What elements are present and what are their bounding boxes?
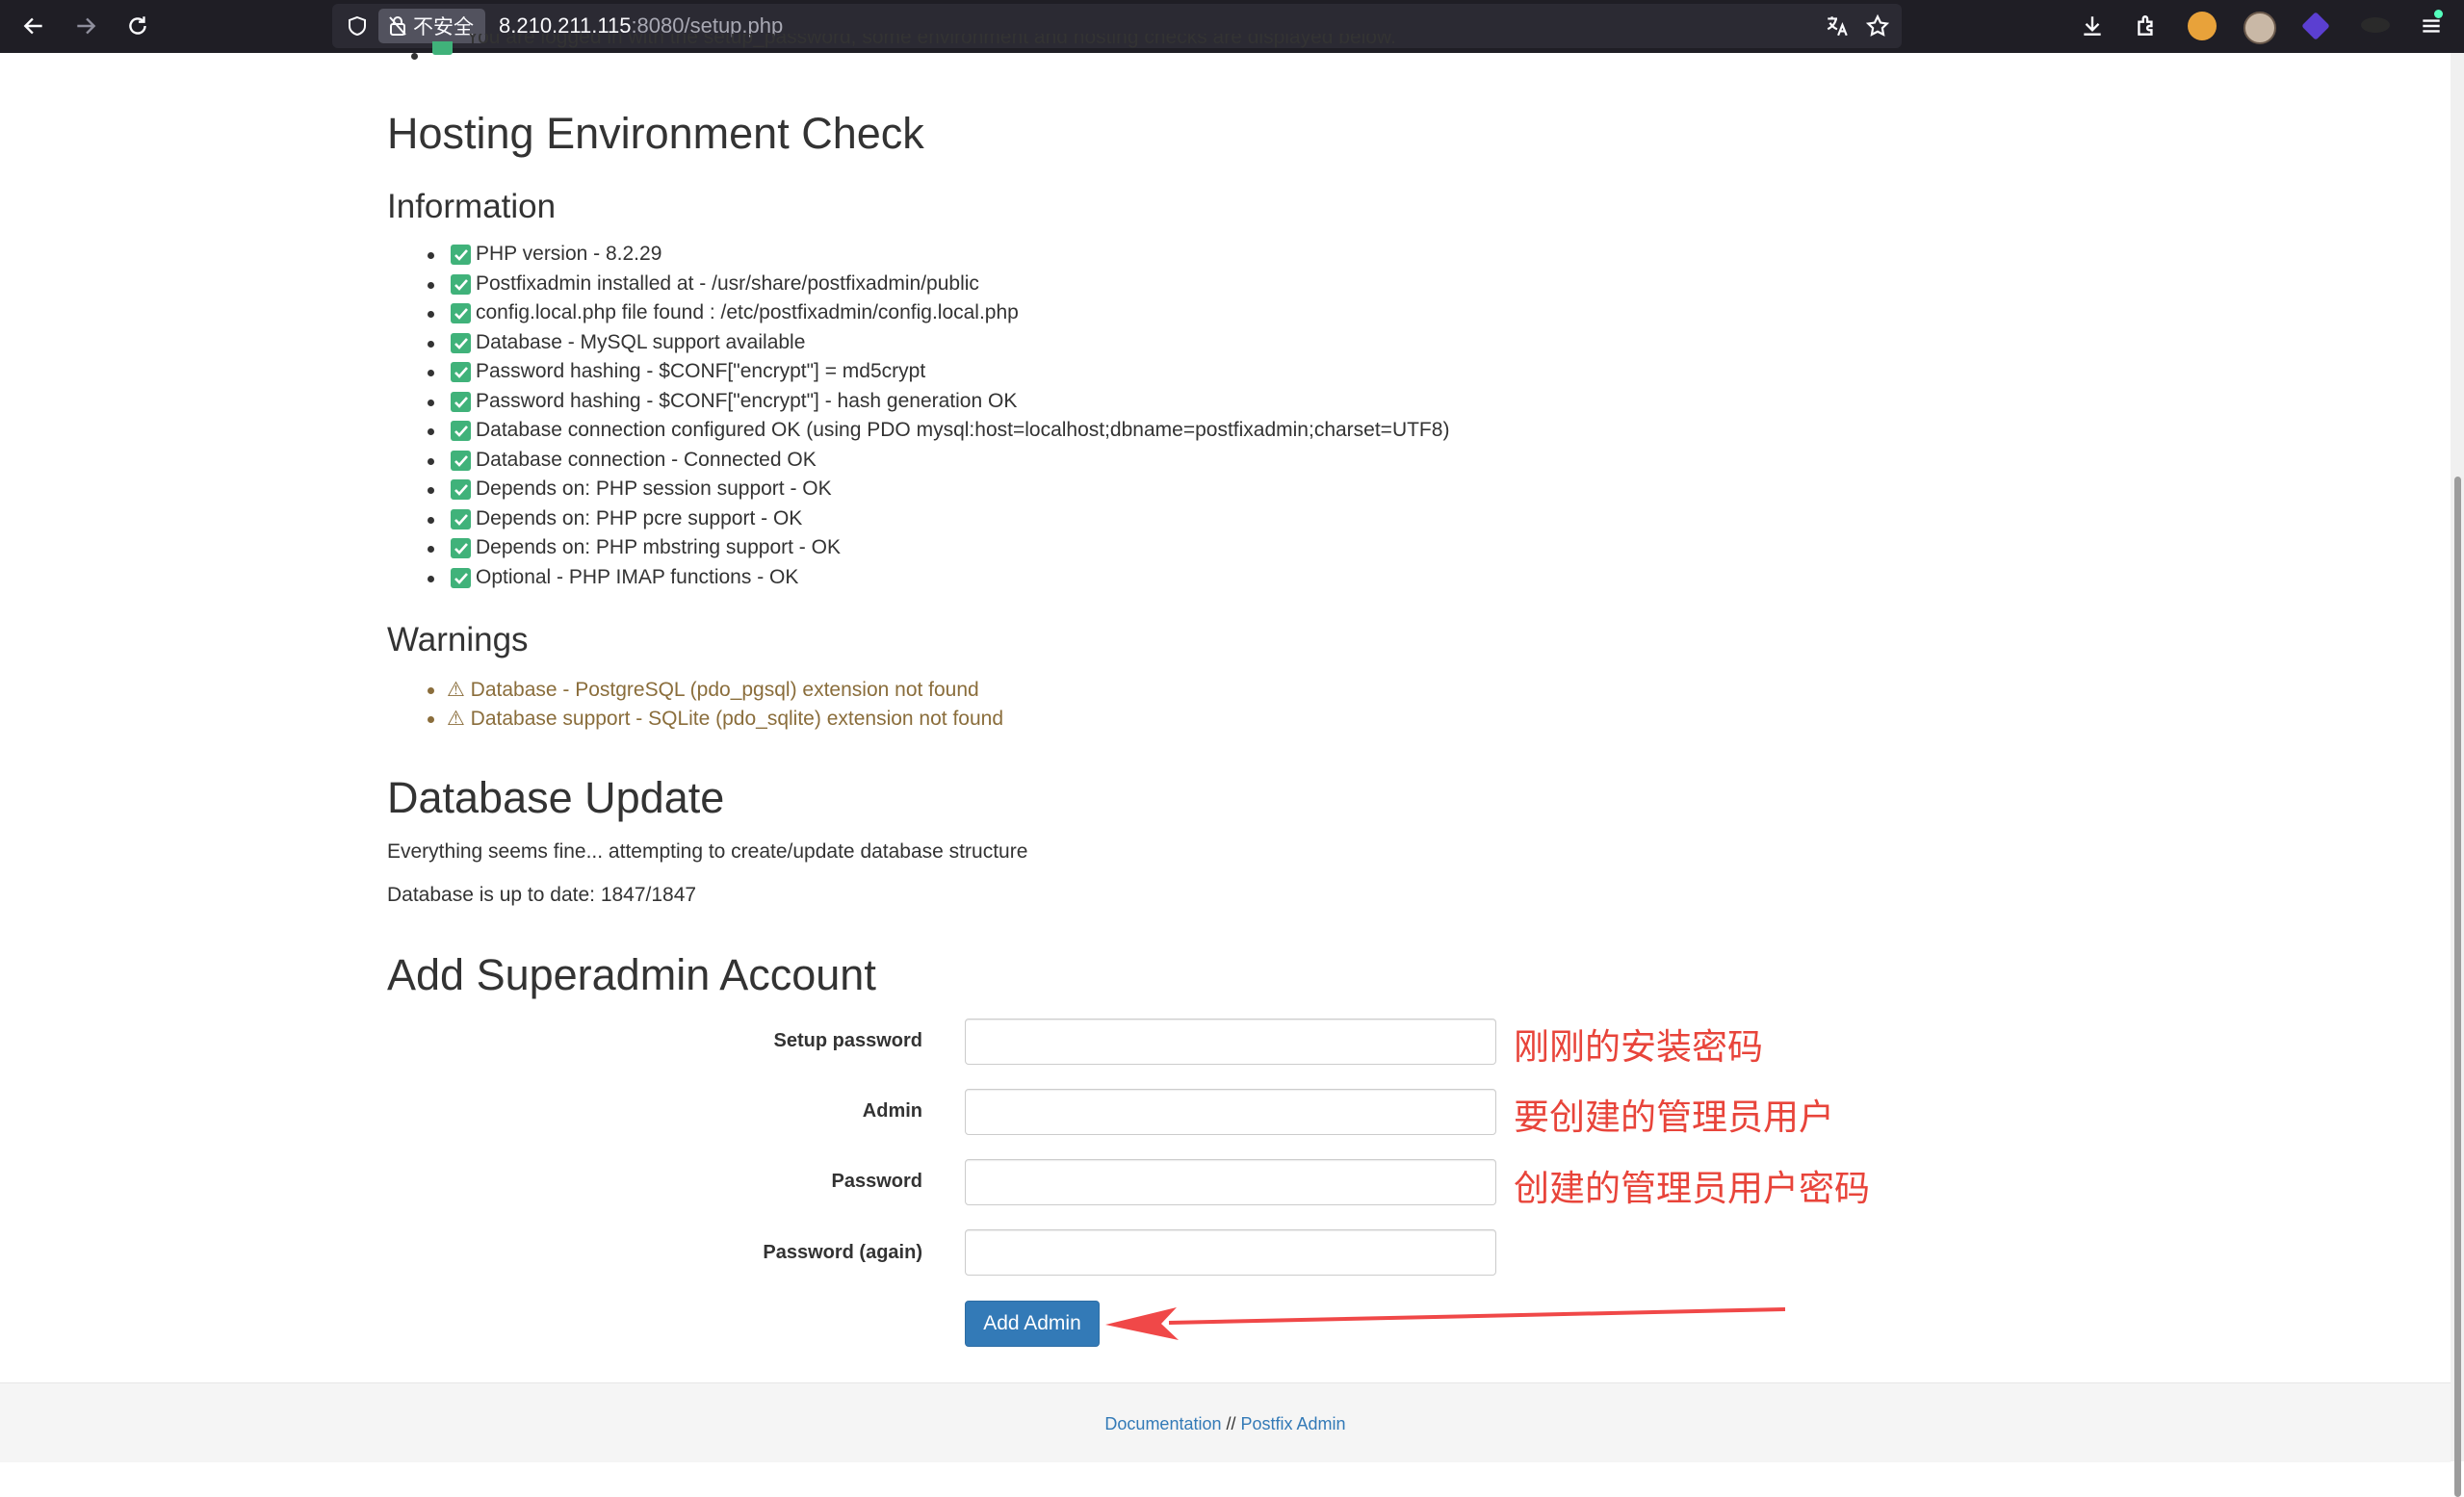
password-again-label: Password (again) bbox=[763, 1242, 922, 1263]
check-icon bbox=[451, 245, 471, 265]
warnings-list: ⚠ Database - PostgreSQL (pdo_pgsql) exte… bbox=[428, 676, 1003, 734]
setup-password-annotation: 刚刚的安装密码 bbox=[1514, 1027, 1763, 1067]
password-label: Password bbox=[831, 1171, 922, 1192]
translate-icon[interactable] bbox=[1825, 13, 1852, 40]
extensions-icon[interactable] bbox=[2130, 10, 2163, 42]
db-version-status: Database is up to date: 1847/1847 bbox=[387, 884, 697, 906]
info-item-text: Depends on: PHP session support - OK bbox=[476, 477, 832, 500]
footer-separator: // bbox=[1221, 1414, 1241, 1433]
info-item-text: Depends on: PHP pcre support - OK bbox=[476, 506, 803, 529]
info-item-text: Database connection - Connected OK bbox=[476, 448, 817, 471]
info-item: Postfixadmin installed at - /usr/share/p… bbox=[428, 270, 1449, 299]
info-item-text: Database connection configured OK (using… bbox=[476, 419, 1450, 441]
admin-input[interactable] bbox=[965, 1089, 1496, 1135]
reload-icon[interactable] bbox=[121, 10, 154, 42]
info-item-text: PHP version - 8.2.29 bbox=[476, 243, 662, 265]
tracking-shield-icon[interactable] bbox=[346, 14, 369, 38]
info-item: Password hashing - $CONF["encrypt"] = md… bbox=[428, 357, 1449, 387]
info-item: Depends on: PHP pcre support - OK bbox=[428, 504, 1449, 534]
setup-password-label: Setup password bbox=[773, 1030, 922, 1051]
info-item: Depends on: PHP session support - OK bbox=[428, 475, 1449, 504]
insecure-label: 不安全 bbox=[413, 16, 474, 39]
page-scrollbar[interactable] bbox=[2451, 53, 2464, 1497]
info-item: Depends on: PHP mbstring support - OK bbox=[428, 533, 1449, 563]
update-dot-icon bbox=[2434, 10, 2443, 18]
password-input[interactable] bbox=[965, 1159, 1496, 1205]
info-item: Optional - PHP IMAP functions - OK bbox=[428, 563, 1449, 593]
check-icon bbox=[451, 567, 471, 588]
password-again-input[interactable] bbox=[965, 1229, 1496, 1276]
info-item: Database - MySQL support available bbox=[428, 328, 1449, 358]
insecure-lock-icon bbox=[389, 16, 406, 36]
check-icon bbox=[451, 362, 471, 382]
add-admin-button[interactable]: Add Admin bbox=[965, 1301, 1100, 1347]
cut-off-text: You are logged in with the setup_passwor… bbox=[466, 34, 1396, 48]
check-icon bbox=[451, 303, 471, 323]
database-update-title: Database Update bbox=[387, 773, 725, 822]
info-item-text: Depends on: PHP mbstring support - OK bbox=[476, 536, 841, 558]
password-annotation: 创建的管理员用户密码 bbox=[1514, 1169, 1870, 1208]
warning-item: ⚠ Database - PostgreSQL (pdo_pgsql) exte… bbox=[428, 676, 1003, 705]
setup-password-input[interactable] bbox=[965, 1019, 1496, 1065]
scrollbar-thumb[interactable] bbox=[2454, 477, 2461, 1497]
check-icon bbox=[451, 421, 471, 441]
admin-label: Admin bbox=[862, 1100, 922, 1122]
information-title: Information bbox=[387, 188, 557, 225]
info-item-text: Optional - PHP IMAP functions - OK bbox=[476, 565, 799, 588]
purple-extension-icon[interactable] bbox=[2301, 12, 2330, 40]
info-item: config.local.php file found : /etc/postf… bbox=[428, 298, 1449, 328]
check-icon bbox=[451, 479, 471, 500]
check-icon bbox=[451, 391, 471, 412]
forward-icon[interactable] bbox=[69, 10, 102, 42]
back-icon[interactable] bbox=[17, 10, 50, 42]
info-item-text: Password hashing - $CONF["encrypt"] = md… bbox=[476, 360, 926, 382]
warning-item-text: ⚠ Database - PostgreSQL (pdo_pgsql) exte… bbox=[447, 679, 979, 701]
info-item: PHP version - 8.2.29 bbox=[428, 240, 1449, 270]
avatar-extension-icon[interactable] bbox=[2244, 12, 2276, 44]
documentation-link[interactable]: Documentation bbox=[1104, 1414, 1221, 1433]
db-update-status: Everything seems fine... attempting to c… bbox=[387, 840, 1028, 863]
info-item-text: config.local.php file found : /etc/postf… bbox=[476, 301, 1019, 323]
footer-links: Documentation // Postfix Admin bbox=[0, 1414, 2451, 1434]
info-item-text: Password hashing - $CONF["encrypt"] - ha… bbox=[476, 389, 1018, 412]
cut-off-line: You are logged in with the setup_passwor… bbox=[411, 34, 1396, 66]
check-icon bbox=[451, 508, 471, 529]
info-item-text: Database - MySQL support available bbox=[476, 330, 806, 353]
info-item: Database connection - Connected OK bbox=[428, 446, 1449, 476]
hosting-title: Hosting Environment Check bbox=[387, 109, 924, 158]
check-icon bbox=[451, 450, 471, 471]
page-footer: Documentation // Postfix Admin bbox=[0, 1382, 2451, 1462]
hat-extension-icon[interactable] bbox=[2361, 17, 2390, 33]
check-icon bbox=[451, 332, 471, 353]
superadmin-title: Add Superadmin Account bbox=[387, 950, 876, 999]
info-item: Database connection configured OK (using… bbox=[428, 416, 1449, 446]
bullet bbox=[411, 53, 418, 60]
check-icon bbox=[451, 538, 471, 558]
warning-item-text: ⚠ Database support - SQLite (pdo_sqlite)… bbox=[447, 708, 1004, 730]
red-arrow-annotation bbox=[1105, 1307, 1785, 1340]
admin-annotation: 要创建的管理员用户 bbox=[1514, 1097, 1834, 1137]
postfix-admin-link[interactable]: Postfix Admin bbox=[1241, 1414, 1346, 1433]
check-icon bbox=[451, 273, 471, 295]
info-item-text: Postfixadmin installed at - /usr/share/p… bbox=[476, 271, 979, 295]
bookmark-star-icon[interactable] bbox=[1865, 13, 1892, 40]
warning-item: ⚠ Database support - SQLite (pdo_sqlite)… bbox=[428, 705, 1003, 734]
cookie-extension-icon[interactable] bbox=[2188, 12, 2217, 40]
info-item: Password hashing - $CONF["encrypt"] - ha… bbox=[428, 387, 1449, 417]
check-icon bbox=[432, 41, 453, 55]
warnings-title: Warnings bbox=[387, 621, 529, 658]
downloads-icon[interactable] bbox=[2076, 10, 2109, 42]
information-list: PHP version - 8.2.29 Postfixadmin install… bbox=[428, 240, 1449, 592]
